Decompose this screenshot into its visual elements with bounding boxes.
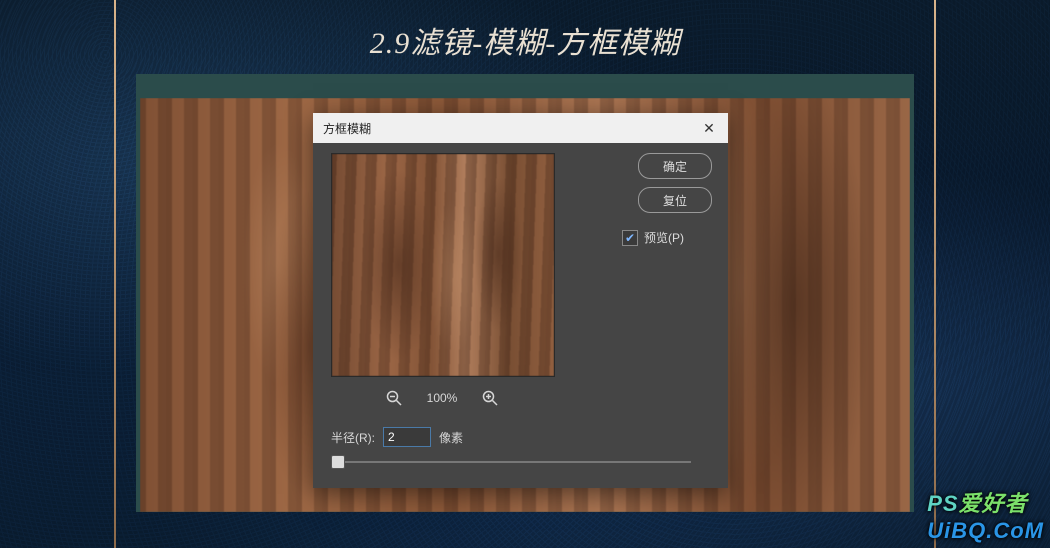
- close-icon[interactable]: ✕: [700, 119, 718, 137]
- radius-label: 半径(R):: [331, 429, 375, 446]
- radius-unit: 像素: [439, 429, 463, 446]
- radius-slider[interactable]: [331, 455, 691, 469]
- preview-checkbox-row: ✔ 预览(P): [622, 229, 712, 246]
- preview-thumbnail[interactable]: [331, 153, 555, 377]
- preview-wood-texture: [332, 154, 554, 376]
- slider-thumb[interactable]: [331, 455, 345, 469]
- ok-button[interactable]: 确定: [638, 153, 712, 179]
- page-title: 2.9滤镜-模糊-方框模糊: [0, 18, 1050, 62]
- reset-label: 复位: [663, 192, 687, 209]
- zoom-controls: 100%: [331, 385, 553, 411]
- preview-checkbox[interactable]: ✔: [622, 230, 638, 246]
- reset-button[interactable]: 复位: [638, 187, 712, 213]
- dialog-body: 100% 确定 复位 ✔ 预览(P) 半径(R): 像素: [313, 143, 728, 488]
- zoom-in-icon[interactable]: [481, 389, 499, 407]
- slider-track: [331, 461, 691, 463]
- radius-input[interactable]: [383, 427, 431, 447]
- divider-left: [114, 0, 116, 548]
- box-blur-dialog: 方框模糊 ✕ 100% 确定 复位: [313, 113, 728, 488]
- divider-right: [934, 0, 936, 548]
- radius-row: 半径(R): 像素: [331, 427, 463, 447]
- dialog-titlebar[interactable]: 方框模糊 ✕: [313, 113, 728, 143]
- dialog-title-text: 方框模糊: [323, 120, 371, 137]
- zoom-level: 100%: [427, 391, 458, 405]
- preview-label: 预览(P): [644, 229, 684, 246]
- ok-label: 确定: [663, 158, 687, 175]
- zoom-out-icon[interactable]: [385, 389, 403, 407]
